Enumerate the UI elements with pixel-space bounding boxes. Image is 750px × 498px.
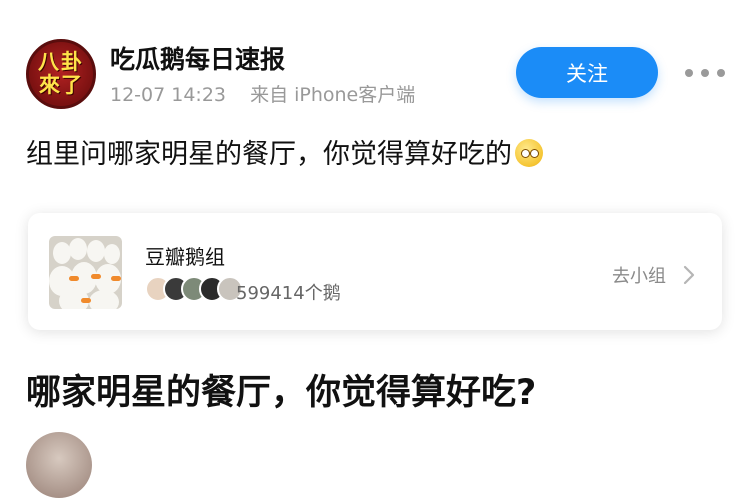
avatar-text-line-2: 來了	[39, 73, 83, 97]
post-meta: 12-07 14:23 来自 iPhone客户端	[110, 80, 415, 107]
chevron-right-icon[interactable]	[682, 265, 696, 285]
author-avatar[interactable]: 八卦 來了	[26, 39, 96, 109]
member-count: 599414个鹅	[236, 283, 341, 304]
follow-button[interactable]: 关注	[516, 47, 658, 98]
go-to-group-link[interactable]: 去小组	[612, 262, 666, 288]
post-body-text: 组里问哪家明星的餐厅，你觉得算好吃的	[26, 139, 512, 170]
group-name: 豆瓣鹅组	[145, 245, 225, 269]
author-name[interactable]: 吃瓜鹅每日速报	[110, 40, 285, 76]
group-card[interactable]: 豆瓣鹅组 599414个鹅 去小组	[28, 213, 722, 330]
topic-title[interactable]: 哪家明星的餐厅，你觉得算好吃?	[26, 364, 536, 415]
thinking-face-emoji-icon	[515, 139, 543, 167]
group-thumbnail	[49, 236, 122, 309]
post-header: 八卦 來了 吃瓜鹅每日速报 12-07 14:23 来自 iPhone客户端 关…	[0, 0, 750, 115]
avatar-text-line-1: 八卦	[38, 50, 84, 74]
post-source: 来自 iPhone客户端	[250, 84, 416, 106]
post-body: 组里问哪家明星的餐厅，你觉得算好吃的	[26, 132, 543, 171]
more-horizontal-icon[interactable]	[685, 68, 727, 78]
next-post-avatar[interactable]	[26, 432, 92, 498]
post-timestamp: 12-07 14:23	[110, 84, 227, 106]
